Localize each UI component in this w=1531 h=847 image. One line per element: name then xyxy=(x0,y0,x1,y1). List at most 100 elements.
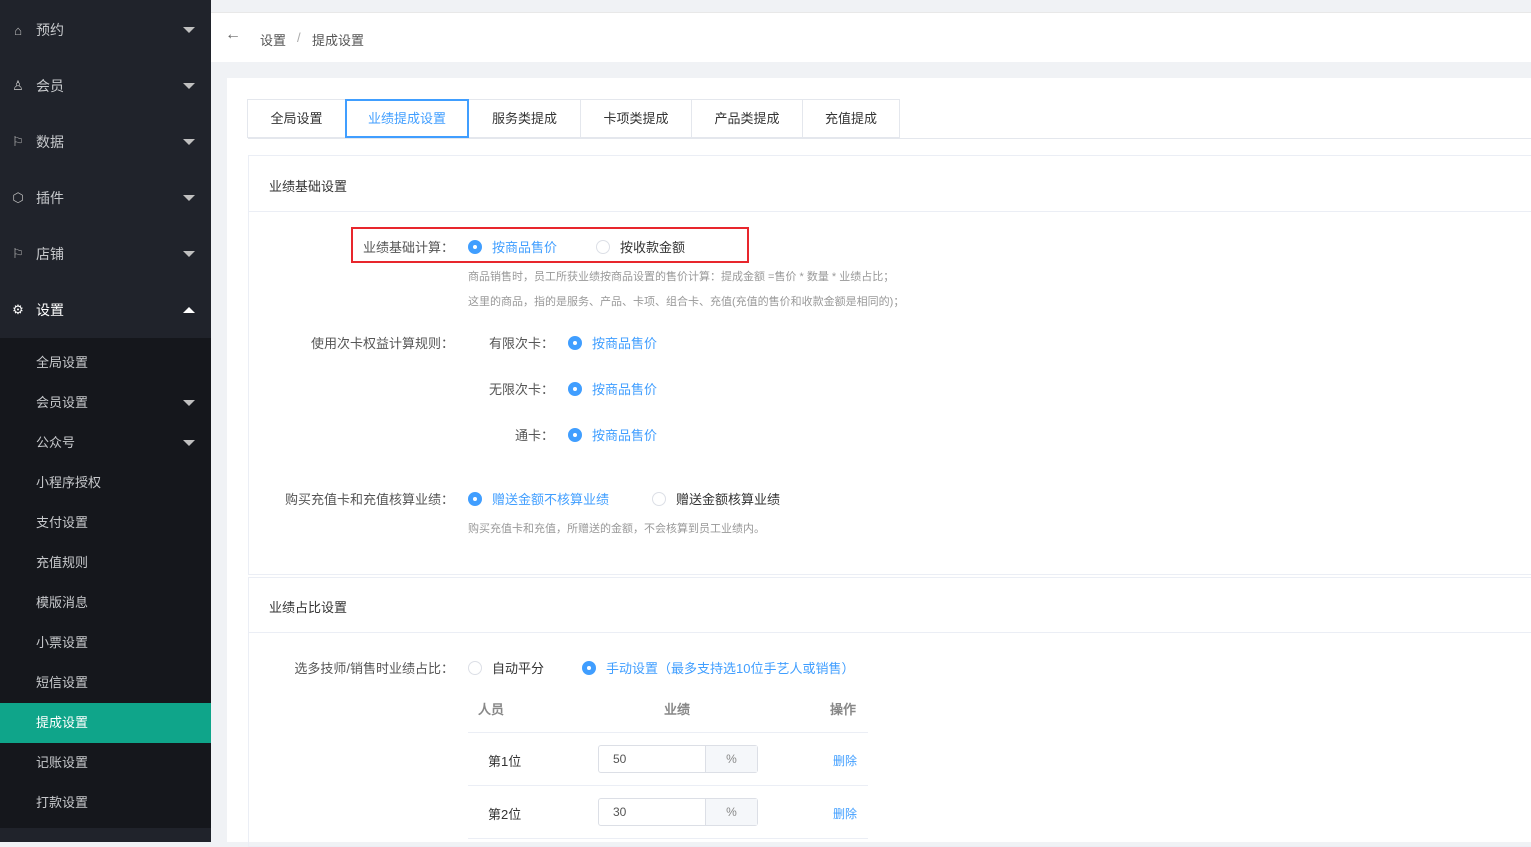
radio-unchecked-icon xyxy=(596,239,610,254)
submenu-sms[interactable]: 短信设置 xyxy=(0,663,211,703)
ratio-label: 选多技师/销售时业绩占比： xyxy=(294,661,454,676)
back-arrow-icon[interactable]: ← xyxy=(225,26,241,44)
limited-card-label: 有限次卡： xyxy=(488,336,554,351)
radio-checked-icon xyxy=(568,427,582,442)
radio-by-price[interactable]: 按商品售价 xyxy=(468,237,557,256)
breadcrumb-bar: ← 设置 / 提成设置 xyxy=(211,12,1531,62)
breadcrumb-separator: / xyxy=(297,30,301,45)
submenu-payment[interactable]: 支付设置 xyxy=(0,503,211,543)
unit-suffix: % xyxy=(705,746,757,772)
radio-gift-included[interactable]: 赠送金额核算业绩 xyxy=(652,489,780,508)
breadcrumb-settings[interactable]: 设置 xyxy=(260,30,286,49)
delete-link[interactable]: 删除 xyxy=(833,805,857,822)
input-value[interactable]: 50 xyxy=(599,746,705,772)
radio-gift-excluded[interactable]: 赠送金额不核算业绩 xyxy=(468,489,609,508)
radio-label: 自动平分 xyxy=(492,661,545,676)
chevron-down-icon xyxy=(183,195,195,201)
submenu-accounting[interactable]: 记账设置 xyxy=(0,743,211,783)
menu-member[interactable]: ♙ 会员 xyxy=(0,58,211,114)
radio-unchecked-icon xyxy=(468,660,482,675)
radio-label: 按商品售价 xyxy=(592,336,658,351)
section-title: 业绩占比设置 xyxy=(269,600,348,615)
unit-suffix: % xyxy=(705,799,757,825)
chevron-down-icon xyxy=(183,27,195,33)
radio-manual[interactable]: 手动设置（最多支持选10位手艺人或销售） xyxy=(582,658,854,677)
universal-card-label: 通卡： xyxy=(514,428,554,443)
radio-checked-icon xyxy=(468,239,482,254)
radio-label: 按商品售价 xyxy=(592,382,658,397)
submenu-global[interactable]: 全局设置 xyxy=(0,343,211,383)
submenu-label: 会员设置 xyxy=(36,395,89,410)
menu-label: 预约 xyxy=(36,22,64,38)
radio-checked-icon xyxy=(568,335,582,350)
submenu-receipt[interactable]: 小票设置 xyxy=(0,623,211,663)
input-value[interactable]: 30 xyxy=(599,799,705,825)
row-name: 第1位 xyxy=(488,754,522,769)
chevron-down-icon xyxy=(183,83,195,89)
menu-label: 会员 xyxy=(36,78,64,94)
submenu-miniapp[interactable]: 小程序授权 xyxy=(0,463,211,503)
tab-product[interactable]: 产品类提成 xyxy=(692,99,803,138)
ratio-input-1[interactable]: 50% xyxy=(598,745,758,773)
chevron-down-icon xyxy=(183,251,195,257)
submenu-payout[interactable]: 打款设置 xyxy=(0,783,211,823)
menu-label: 店铺 xyxy=(36,246,64,262)
radio-checked-icon xyxy=(468,491,482,506)
radio-label: 按商品售价 xyxy=(492,240,558,255)
radio-label: 按收款金额 xyxy=(620,240,686,255)
submenu-member[interactable]: 会员设置 xyxy=(0,383,211,423)
flag-icon: ⚐ xyxy=(12,134,24,149)
divider xyxy=(468,785,868,786)
gear-icon: ⚙ xyxy=(12,302,24,317)
tab-recharge[interactable]: 充值提成 xyxy=(803,99,900,138)
tab-global[interactable]: 全局设置 xyxy=(247,99,346,138)
radio-unlimited-card-price[interactable]: 按商品售价 xyxy=(568,379,657,398)
submenu-official-account[interactable]: 公众号 xyxy=(0,423,211,463)
chevron-up-icon xyxy=(183,307,195,313)
radio-label: 按商品售价 xyxy=(592,428,658,443)
settings-submenu: 全局设置 会员设置 公众号 小程序授权 支付设置 充值规则 模版消息 小票设置 … xyxy=(0,338,211,828)
calc-hint-1: 商品销售时，员工所获业绩按商品设置的售价计算：提成金额 =售价 * 数量 * 业… xyxy=(468,271,895,283)
radio-by-payment[interactable]: 按收款金额 xyxy=(596,237,685,256)
submenu-template-msg[interactable]: 模版消息 xyxy=(0,583,211,623)
submenu-recharge-rules[interactable]: 充值规则 xyxy=(0,543,211,583)
tab-service[interactable]: 服务类提成 xyxy=(469,99,581,138)
tab-performance[interactable]: 业绩提成设置 xyxy=(345,99,469,138)
card-rule-label: 使用次卡权益计算规则： xyxy=(310,336,454,351)
divider xyxy=(468,732,868,733)
menu-appointment[interactable]: ⌂ 预约 xyxy=(0,2,211,58)
cube-icon: ⬡ xyxy=(12,190,24,205)
section-title: 业绩基础设置 xyxy=(269,179,348,194)
sidebar: ⌂ 预约 ♙ 会员 ⚐ 数据 ⬡ 插件 ⚐ 店铺 ⚙ 设置 全局设置 会员设置 公众号 小程… xyxy=(0,0,211,842)
chevron-down-icon xyxy=(183,440,195,446)
menu-label: 数据 xyxy=(36,134,64,150)
row-name: 第2位 xyxy=(488,807,522,822)
menu-data[interactable]: ⚐ 数据 xyxy=(0,114,211,170)
radio-auto-split[interactable]: 自动平分 xyxy=(468,658,544,677)
user-icon: ♙ xyxy=(12,78,24,93)
chevron-down-icon xyxy=(183,139,195,145)
radio-limited-card-price[interactable]: 按商品售价 xyxy=(568,333,657,352)
menu-settings[interactable]: ⚙ 设置 xyxy=(0,282,211,338)
breadcrumb-current: 提成设置 xyxy=(312,33,365,48)
radio-checked-icon xyxy=(582,660,596,675)
submenu-label: 公众号 xyxy=(36,435,76,450)
chevron-down-icon xyxy=(183,400,195,406)
radio-label: 赠送金额不核算业绩 xyxy=(492,492,610,507)
divider xyxy=(249,632,1531,633)
radio-universal-card-price[interactable]: 按商品售价 xyxy=(568,425,657,444)
flag-icon: ⚐ xyxy=(12,246,24,261)
col-staff: 人员 xyxy=(478,702,505,717)
delete-link[interactable]: 删除 xyxy=(833,752,857,769)
unlimited-card-label: 无限次卡： xyxy=(488,382,554,397)
tabs-divider xyxy=(248,138,1531,139)
menu-store[interactable]: ⚐ 店铺 xyxy=(0,226,211,282)
divider xyxy=(468,838,868,839)
menu-plugin[interactable]: ⬡ 插件 xyxy=(0,170,211,226)
recharge-hint: 购买充值卡和充值，所赠送的金额，不会核算到员工业绩内。 xyxy=(468,523,765,535)
tab-card[interactable]: 卡项类提成 xyxy=(581,99,692,138)
calc-hint-2: 这里的商品，指的是服务、产品、卡项、组合卡、充值(充值的售价和收款金额是相同的)… xyxy=(468,296,905,308)
home-icon: ⌂ xyxy=(14,22,22,38)
submenu-commission[interactable]: 提成设置 xyxy=(0,703,211,743)
ratio-input-2[interactable]: 30% xyxy=(598,798,758,826)
